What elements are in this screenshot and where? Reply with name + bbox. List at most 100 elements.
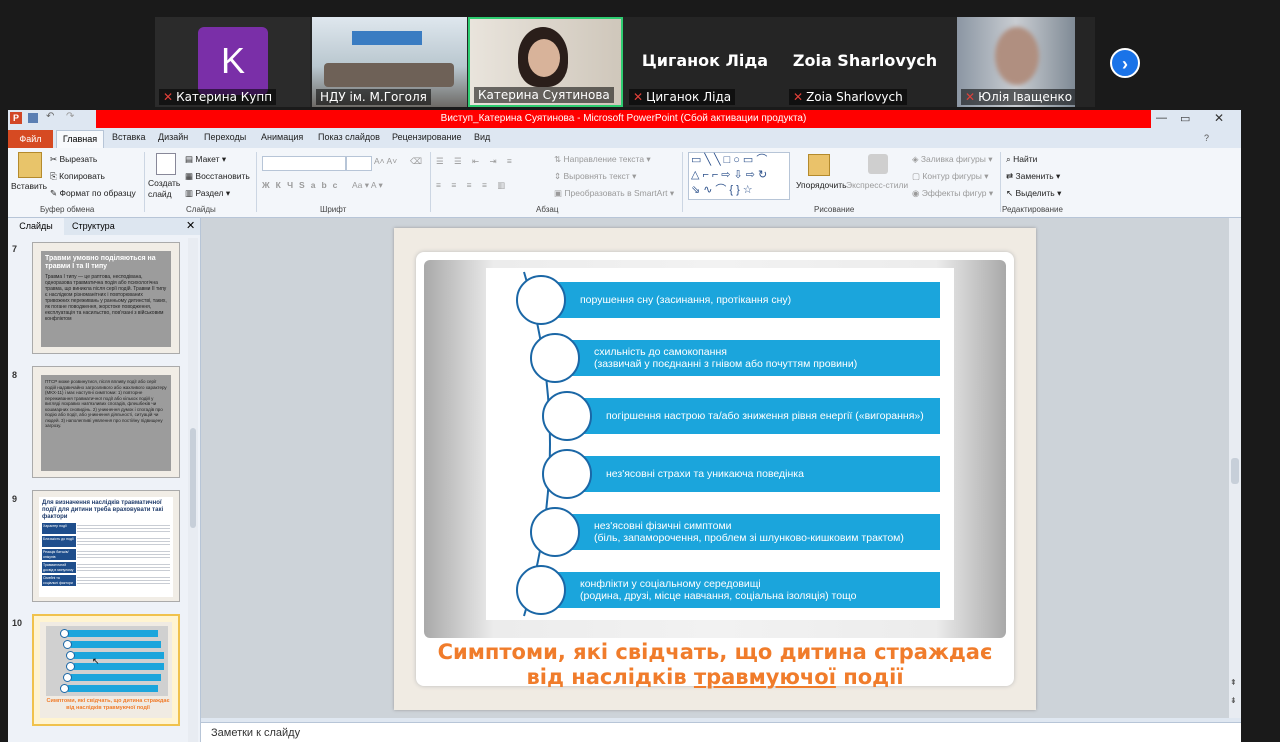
font-size-select[interactable]	[346, 156, 372, 171]
replace-button[interactable]: ⇄ Заменить ▾	[1006, 171, 1060, 182]
new-slide-icon[interactable]	[156, 153, 176, 175]
font-color-icon[interactable]: Aa ▾ A ▾	[352, 180, 383, 191]
thumb-table-cell	[77, 575, 170, 586]
participant-tile-active[interactable]: Катерина Суятинова	[468, 17, 623, 107]
thumb-table-cell	[77, 536, 170, 547]
mic-muted-icon: ✕	[793, 90, 804, 104]
arrange-icon[interactable]	[808, 154, 830, 176]
text-direction-label: Направление текста	[563, 154, 645, 164]
arrange-button[interactable]: Упорядочить	[796, 180, 847, 190]
shape-effects-button[interactable]: ◉ Эффекты фигур ▾	[912, 188, 993, 199]
bullet-circle	[530, 507, 580, 557]
next-slide-icon[interactable]: ⇟	[1230, 696, 1237, 705]
tab-insert[interactable]: Вставка	[112, 132, 145, 142]
diagram-curve	[523, 271, 551, 617]
reset-label: Восстановить	[195, 171, 250, 181]
smartart-button[interactable]: ▣ Преобразовать в SmartArt ▾	[554, 188, 674, 199]
symptom-bar: погіршення настрою та/або зниження рівня…	[570, 398, 940, 434]
symptom-text: погіршення настрою та/або зниження рівня…	[606, 410, 924, 422]
current-slide[interactable]: порушення сну (засинання, протікання сну…	[394, 228, 1036, 710]
slide-thumbnail-selected[interactable]: Симптоми, які свідчать, що дитина стражд…	[32, 614, 180, 726]
tab-animation[interactable]: Анимация	[261, 132, 303, 142]
ribbon-divider	[682, 152, 683, 212]
caption-part-c: події	[835, 665, 904, 689]
format-painter-button[interactable]: ✎ Формат по образцу	[50, 188, 136, 199]
close-icon[interactable]: ✕	[1214, 111, 1224, 125]
shape-fill-button[interactable]: ◈ Заливка фигуры ▾	[912, 154, 992, 165]
minimize-icon[interactable]: —	[1156, 112, 1167, 124]
notes-pane[interactable]: Заметки к слайду	[201, 722, 1241, 742]
participant-tile[interactable]: ✕ Юлія Іващенко	[957, 17, 1075, 107]
tab-transitions[interactable]: Переходы	[204, 132, 246, 142]
participant-name: Юлія Іващенко	[978, 90, 1073, 104]
font-name-select[interactable]	[262, 156, 346, 171]
thumb-table-row: Характер події	[42, 523, 170, 534]
next-participants-button[interactable]: ›	[1110, 48, 1140, 78]
participant-display-name: Zoia Sharlovych	[792, 51, 938, 70]
participant-tile[interactable]: Циганок Ліда ✕ Циганок Ліда	[625, 17, 785, 107]
cut-button[interactable]: ✂ Вырезать	[50, 154, 97, 165]
slide-thumbnail[interactable]: Для визначення наслідків травматичної по…	[32, 490, 180, 602]
participant-tile[interactable]: НДУ ім. М.Гоголя	[312, 17, 467, 107]
tab-home[interactable]: Главная	[56, 130, 104, 148]
new-slide-button[interactable]: Создать слайд	[148, 178, 184, 200]
section-label: Раздел	[195, 188, 224, 198]
layout-button[interactable]: ▤ Макет ▾	[185, 154, 226, 165]
tab-review[interactable]: Рецензирование	[392, 132, 462, 142]
paste-button[interactable]: Вставить	[11, 181, 47, 191]
quick-styles-icon[interactable]	[868, 154, 888, 174]
thumb-table-label: Реакція батьків/опікунів	[42, 549, 76, 560]
align-icons[interactable]: ≡ ≡ ≡ ≡ ▥	[436, 180, 509, 191]
prev-slide-icon[interactable]: ⇞	[1230, 678, 1237, 687]
maximize-icon[interactable]: ▭	[1180, 112, 1190, 125]
slide-thumbnail[interactable]: Травми умовно поділяються на травми І та…	[32, 242, 180, 354]
redo-icon[interactable]: ↷	[66, 111, 74, 122]
quick-styles-button[interactable]: Экспресс-стили	[846, 180, 908, 190]
thumb-bullet-circle	[63, 673, 72, 682]
section-button[interactable]: ▥ Раздел ▾	[185, 188, 230, 199]
slide-number: 10	[12, 618, 23, 628]
bullet-circle	[516, 565, 566, 615]
caption-line2: від наслідків травмуючої події	[416, 665, 1014, 690]
help-icon[interactable]: ?	[1204, 133, 1209, 143]
shape-outline-button[interactable]: ▢ Контур фигуры ▾	[912, 171, 989, 182]
font-style-icons[interactable]: ЖКЧSabc	[262, 180, 343, 190]
scrollbar-thumb[interactable]	[1231, 458, 1239, 484]
reset-button[interactable]: ▦ Восстановить	[185, 171, 250, 182]
shapes-gallery[interactable]: ▭╲╲□○▭⌒ △⌐⌐⇨⇩⇨↻ ⇘∿⌒{}☆	[688, 152, 790, 200]
slide-thumbnail[interactable]: ПТСР може розвинутися, після впливу поді…	[32, 366, 180, 478]
background-gap	[1241, 110, 1280, 742]
font-grow-icon[interactable]: A˄ A˅	[374, 156, 397, 166]
tab-file[interactable]: Файл	[8, 130, 53, 148]
list-icons[interactable]: ☰ ☰ ⇤ ⇥ ≡	[436, 156, 516, 167]
slide-card: порушення сну (засинання, протікання сну…	[416, 252, 1014, 689]
layout-label: Макет	[195, 154, 220, 164]
edit-scrollbar[interactable]: ⇞ ⇟	[1229, 218, 1241, 718]
participant-tile[interactable]: Zoia Sharlovych ✕ Zoia Sharlovych	[785, 17, 945, 107]
select-label: Выделить	[1015, 188, 1055, 198]
save-icon[interactable]	[28, 113, 38, 123]
close-icon[interactable]: ✕	[186, 219, 195, 232]
participant-tile[interactable]: K ✕ Катерина Купп	[155, 17, 310, 107]
tab-outline[interactable]: Структура	[72, 221, 115, 231]
thumb-content: Симптоми, які свідчать, що дитина стражд…	[40, 622, 172, 718]
tab-design[interactable]: Дизайн	[158, 132, 188, 142]
select-button[interactable]: ↖ Выделить ▾	[1006, 188, 1061, 199]
tab-slides[interactable]: Слайды	[8, 218, 64, 235]
tab-slideshow[interactable]: Показ слайдов	[318, 132, 380, 142]
copy-button[interactable]: ⎘ Копировать	[50, 171, 105, 182]
find-button[interactable]: ⌕ Найти	[1006, 154, 1037, 165]
align-text-button[interactable]: ⇕ Выровнять текст ▾	[554, 171, 636, 182]
thumb-table: Характер події Близькість до події Реакція…	[42, 523, 170, 586]
ribbon-tabs: Файл Главная Вставка Дизайн Переходы Ани…	[8, 130, 1241, 148]
scrollbar-thumb[interactable]	[190, 428, 196, 528]
participant-name: Циганок Ліда	[646, 90, 732, 104]
panel-scrollbar[interactable]	[188, 238, 198, 742]
tab-view[interactable]: Вид	[474, 132, 490, 142]
group-label-editing: Редактирование	[1002, 205, 1063, 214]
paste-icon[interactable]	[18, 152, 42, 178]
symptom-subtext: (родина, друзі, місце навчання, соціальн…	[580, 590, 857, 602]
clear-format-icon[interactable]: ⌫	[410, 156, 422, 167]
text-direction-button[interactable]: ⇅ Направление текста ▾	[554, 154, 651, 165]
undo-icon[interactable]: ↶	[46, 111, 54, 122]
